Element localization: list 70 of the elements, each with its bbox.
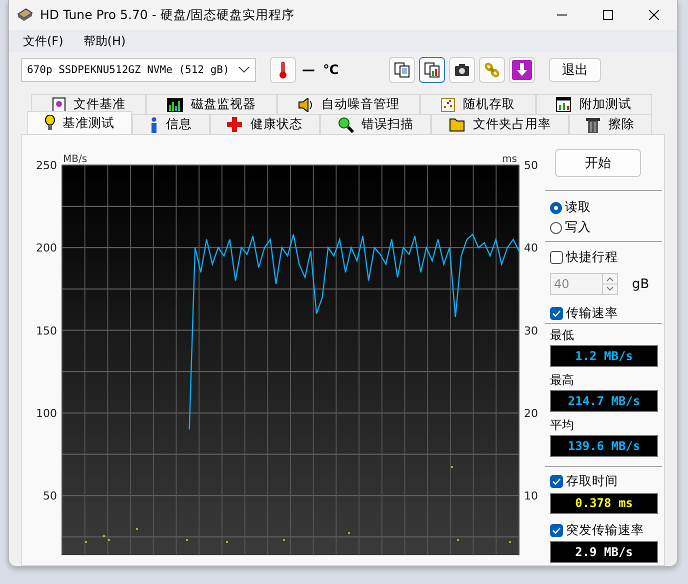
radio-button[interactable]: 写入 <box>545 218 662 238</box>
drive-dropdown[interactable]: 670p SSDPEKNU512GZ NVMe (512 gB) <box>21 58 256 82</box>
tab[interactable]: 随机存取 <box>420 94 536 114</box>
y-tick-label: 100 <box>36 406 57 420</box>
tab[interactable]: 自动噪音管理 <box>276 94 420 114</box>
unit-label: gB <box>632 276 650 292</box>
right-axis-unit: ms <box>502 154 517 165</box>
right-tick-label: 50 <box>524 159 538 172</box>
drive-name: 670p SSDPEKNU512GZ NVMe (512 gB) <box>27 64 230 76</box>
readout-value: 0.378 ms <box>575 496 633 510</box>
magnifier-icon <box>338 116 354 132</box>
tab[interactable]: 信息 <box>132 114 210 134</box>
y-tick-label: 200 <box>36 242 57 255</box>
folder-icon <box>448 117 465 132</box>
thermometer-icon <box>279 61 287 79</box>
checkbox[interactable]: 突发传输速率 <box>545 520 662 540</box>
start-button[interactable]: 开始 <box>555 149 641 177</box>
window-title: HD Tune Pro 5.70 - 硬盘/固态硬盘实用程序 <box>40 6 296 24</box>
checkmark-icon <box>552 308 561 318</box>
readout-label: 平均 <box>549 416 575 434</box>
right-tick-label: 20 <box>524 406 538 420</box>
readout-value: 214.7 MB/s <box>568 394 640 408</box>
checkmark-icon <box>552 526 561 535</box>
readout-label: 最高 <box>549 372 575 390</box>
plus-cross-icon <box>227 117 242 132</box>
y-tick-label: 250 <box>36 159 57 172</box>
tab[interactable]: 健康状态 <box>210 114 320 134</box>
tab[interactable]: 错误扫描 <box>320 114 432 134</box>
tab[interactable]: 基准测试 <box>27 111 132 134</box>
info-icon <box>150 116 158 132</box>
temperature-value: — <box>302 62 315 78</box>
copy-documents-icon <box>394 62 410 78</box>
temperature-unit: ℃ <box>323 62 339 78</box>
lightbulb-icon <box>44 115 55 131</box>
maximize-icon <box>603 10 613 20</box>
menu-item[interactable]: 帮助(H) <box>75 30 134 52</box>
field-value: 40 <box>554 277 570 292</box>
right-tick-label: 10 <box>524 490 538 503</box>
checkbox[interactable]: 存取时间 <box>545 472 662 492</box>
right-tick-label: 40 <box>524 242 538 255</box>
readout-value: 2.9 MB/s <box>575 545 633 560</box>
menu-item[interactable]: 文件(F) <box>15 30 72 52</box>
right-tick-label: 30 <box>524 324 538 338</box>
bar-chart-icon <box>167 98 184 112</box>
tab[interactable]: 附加测试 <box>536 94 652 114</box>
trash-can-icon <box>586 116 600 132</box>
chevron-down-icon <box>239 67 249 73</box>
checkbox[interactable]: 传输速率 <box>545 303 662 324</box>
tab[interactable]: 擦除 <box>568 114 652 134</box>
tab[interactable]: 磁盘监视器 <box>146 94 277 114</box>
document-icon <box>52 96 66 112</box>
readout-value: 1.2 MB/s <box>575 349 633 364</box>
thermometer-button[interactable] <box>270 57 296 83</box>
y-tick-label: 150 <box>36 324 57 338</box>
toolbar-button[interactable] <box>418 57 445 83</box>
readout-label: 最低 <box>549 327 575 344</box>
chain-links-icon <box>484 62 500 78</box>
radio-button[interactable]: 读取 <box>545 198 662 218</box>
checkmark-icon <box>552 477 561 486</box>
copy-chart-icon <box>424 62 440 78</box>
tab[interactable]: 文件夹占用率 <box>431 114 569 134</box>
scatter-plot-icon <box>440 98 455 112</box>
y-tick-label: 50 <box>43 490 57 503</box>
close-icon <box>649 10 659 20</box>
y-axis-unit: MB/s <box>63 154 88 165</box>
readout-value: 139.6 MB/s <box>568 438 640 453</box>
speaker-icon <box>298 98 314 112</box>
camera-icon <box>454 63 470 77</box>
exit-button[interactable]: 退出 <box>548 58 601 82</box>
window-chart-icon <box>556 97 572 112</box>
